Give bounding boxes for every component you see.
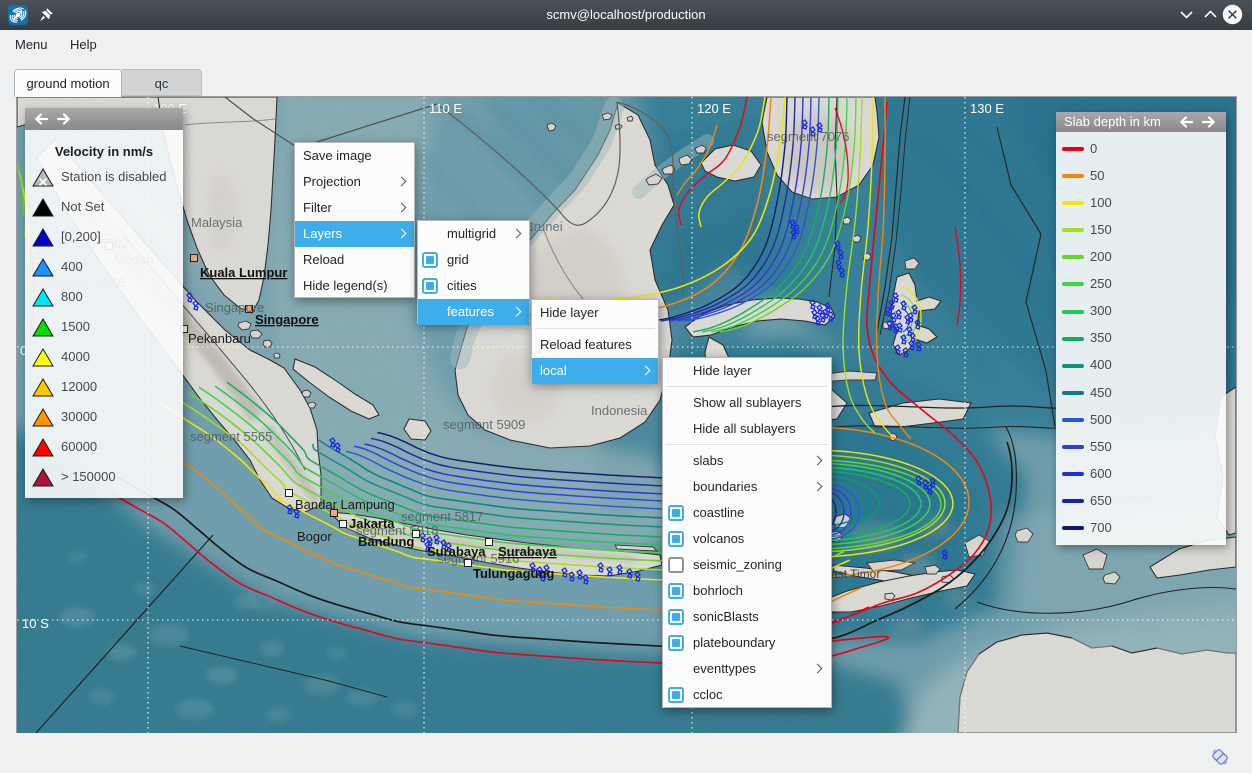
svg-text:Tulungagung: Tulungagung [473,566,554,581]
svg-text:10 S: 10 S [22,616,49,631]
svg-text:Bandung: Bandung [358,534,414,549]
svg-text:segment 5565: segment 5565 [190,429,272,444]
svg-text:segment 5909: segment 5909 [443,417,525,432]
svg-text:110 E: 110 E [429,101,462,116]
svg-text:Jakarta: Jakarta [349,516,395,531]
svg-text:Indonesia: Indonesia [591,403,648,418]
svg-text:segment 5817: segment 5817 [401,509,483,524]
svg-text:Singapore: Singapore [255,312,319,327]
svg-text:Surabaya: Surabaya [427,544,486,559]
svg-text:Surabaya: Surabaya [498,544,557,559]
svg-text:Bogor: Bogor [297,529,332,544]
svg-text:segment 7076: segment 7076 [767,129,849,144]
svg-text:130 E: 130 E [970,101,1004,116]
svg-text:Singapore: Singapore [205,300,264,315]
svg-text:Malaysia: Malaysia [191,215,243,230]
svg-text:Pekanbaru: Pekanbaru [188,331,251,346]
svg-text:Kuala Lumpur: Kuala Lumpur [200,265,287,280]
svg-text:Brunei: Brunei [525,219,563,234]
svg-text:120 E: 120 E [697,101,731,116]
svg-text:Bandar Lampung: Bandar Lampung [295,497,395,512]
